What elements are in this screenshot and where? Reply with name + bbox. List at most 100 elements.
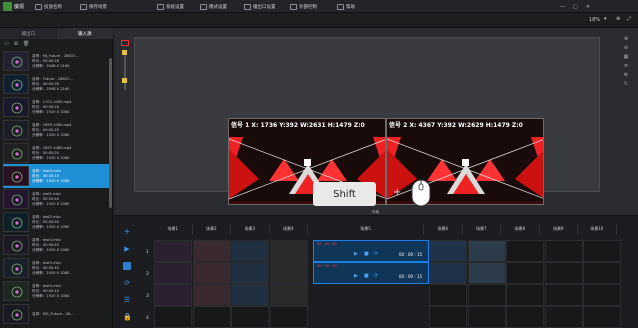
scene-cell[interactable] [154, 240, 192, 262]
clip-selected[interactable]: 00 : 00 : 00 ▶ ■ ⟳ 00 : 00 : 15 [313, 262, 429, 284]
menu-item-1[interactable]: 保存场景 [80, 2, 107, 11]
scene-cell[interactable] [467, 262, 506, 284]
zoom-dropdown-icon[interactable]: ▾ [604, 16, 607, 22]
media-item[interactable]: 名称：MG_Future - 26... [3, 302, 109, 326]
media-item[interactable]: 名称：1697-1080.mp4 时长：00:00:20 分辨率：1920 X 10… [3, 141, 109, 165]
folder-icon[interactable]: ▭ [4, 41, 9, 47]
stop-icon[interactable]: ■ [364, 273, 369, 279]
media-item[interactable]: 名称：test1.mkv 时长：00:00:40 分辨率：1920 X 1080 [3, 187, 109, 211]
add-icon[interactable]: + [123, 228, 131, 236]
media-item[interactable]: 名称：test3.mkv 时长：00:00:10 分辨率：1920 X 1080 [3, 279, 109, 303]
scene-cell[interactable] [506, 240, 544, 262]
menu-item-0[interactable]: 投放名称 [35, 2, 62, 11]
stop-icon[interactable]: ■ [364, 251, 369, 257]
scene-cell[interactable] [429, 240, 467, 262]
handle-icon[interactable] [122, 50, 127, 55]
clip-selected[interactable]: 00 : 00 : 00 ▶ ■ ⟳ 00 : 00 : 15 [313, 240, 429, 262]
scene-header[interactable]: 场景3 [231, 224, 270, 234]
scene-cell[interactable] [231, 306, 269, 328]
zoom-level[interactable]: 18% [589, 17, 600, 23]
scene-cell[interactable] [544, 240, 583, 262]
scene-header[interactable]: 场景9 [540, 224, 578, 234]
scene-cell[interactable] [506, 262, 544, 284]
scene-header[interactable]: 场景2 [193, 224, 231, 234]
grid-icon[interactable]: ▦ [624, 54, 629, 60]
menu-item-6[interactable]: 帮助 [337, 2, 355, 11]
scene-cell[interactable] [192, 240, 231, 262]
scene-cell[interactable] [154, 306, 192, 328]
list-icon[interactable]: ☰ [123, 296, 131, 304]
scene-cell[interactable] [154, 284, 192, 306]
menu-item-4[interactable]: 播出口设置 [244, 2, 276, 11]
refresh-icon[interactable]: ↻ [624, 81, 628, 87]
stop-icon[interactable] [123, 262, 131, 270]
menu-item-5[interactable]: 外部控制 [290, 2, 317, 11]
loop-icon[interactable]: ⟳ [374, 251, 378, 257]
scene-cell[interactable] [269, 284, 308, 306]
scene-cell[interactable] [544, 306, 583, 328]
media-item[interactable]: 名称：test2.mkv 时长：00:00:40 分辨率：1920 X 1080 [3, 210, 109, 234]
scene-header[interactable]: 场景4 [270, 224, 308, 234]
scene-cell[interactable] [544, 262, 583, 284]
ruler-handle[interactable] [117, 36, 131, 96]
scene-cell[interactable] [192, 262, 231, 284]
scene-cell[interactable] [269, 262, 308, 284]
media-item[interactable]: 名称：Future - 26837... 时长：00:00:28 分辨率：2048 … [3, 72, 109, 96]
add-icon[interactable]: ⊞ [14, 41, 18, 47]
zoom-in-icon[interactable]: ⊕ [624, 36, 628, 42]
media-item[interactable]: 名称：test3.mkv 时长：00:00:15 分辨率：1920 X 1080 [3, 164, 109, 188]
pin-icon[interactable] [121, 40, 129, 46]
scene-cell[interactable] [506, 306, 544, 328]
scene-cell[interactable] [192, 284, 231, 306]
close-icon[interactable]: ✕ [586, 4, 590, 10]
scene-cell[interactable] [429, 284, 467, 306]
minimize-icon[interactable]: — [560, 4, 565, 10]
scene-cell[interactable] [231, 284, 269, 306]
scene-cell[interactable] [583, 284, 621, 306]
scene-cell[interactable] [154, 262, 192, 284]
scene-cell[interactable] [231, 240, 269, 262]
media-item[interactable]: 名称：test5.mkv 时长：00:00:40 分辨率：1920 X 1080 [3, 256, 109, 280]
delete-icon[interactable]: 🗑 [23, 41, 29, 47]
scene-header[interactable]: 场景1 [154, 224, 193, 234]
play-icon[interactable]: ▶ [354, 273, 358, 279]
scene-cell[interactable] [583, 306, 621, 328]
menu-item-2[interactable]: 系统设置 [157, 2, 184, 11]
scene-cell[interactable] [192, 306, 231, 328]
media-item[interactable]: 名称：test4.mkv 时长：00:00:40 分辨率：1920 X 1080 [3, 233, 109, 257]
scene-cell[interactable] [269, 306, 308, 328]
settings-icon[interactable]: ⚙ [624, 72, 628, 78]
scene-cell[interactable] [269, 240, 308, 262]
maximize-icon[interactable]: ▢ [573, 4, 578, 10]
media-item[interactable]: 名称：1703-1080.mp4 时长：00:00:20 分辨率：1920 X 10… [3, 95, 109, 119]
loop-icon[interactable]: ⟳ [123, 279, 131, 287]
tab-output[interactable]: 输出口 [0, 28, 57, 39]
scene-header[interactable]: 场景5 [308, 224, 424, 234]
media-item[interactable]: 名称：1699-1080.mp4 时长：00:00:20 分辨率：1920 X 10… [3, 118, 109, 142]
scene-cell[interactable] [467, 306, 506, 328]
scene-cell[interactable] [429, 262, 467, 284]
scene-cell[interactable] [583, 240, 621, 262]
zoom-out-icon[interactable]: ⊖ [624, 45, 628, 51]
scene-cell[interactable] [544, 284, 583, 306]
scene-header[interactable]: 场景10 [578, 224, 617, 234]
scene-header[interactable]: 场景7 [463, 224, 501, 234]
scene-cell[interactable] [429, 306, 467, 328]
handle-icon[interactable] [122, 78, 127, 83]
play-icon[interactable]: ▶ [354, 251, 358, 257]
scene-cell[interactable] [506, 284, 544, 306]
scene-cell[interactable] [583, 262, 621, 284]
media-scrollbar[interactable] [109, 58, 112, 208]
menu-item-3[interactable]: 模式设置 [200, 2, 227, 11]
canvas[interactable]: 信号 1 X: 1736 Y:392 W:2631 H:1479 Z:0 信号 … [134, 37, 600, 205]
lock-icon[interactable]: 🔒 [123, 313, 132, 321]
tab-input[interactable]: 输入源 [56, 28, 113, 39]
scene-header[interactable]: 场景8 [501, 224, 540, 234]
scene-cell[interactable] [467, 240, 506, 262]
layers-icon[interactable]: ≡ [624, 63, 628, 69]
scene-cell[interactable] [231, 262, 269, 284]
loop-icon[interactable]: ⟳ [374, 273, 378, 279]
zoom-icon[interactable]: ⊕ [616, 16, 620, 22]
play-icon[interactable]: ▶ [123, 245, 131, 253]
media-item[interactable]: 名称：MJ_Future - 26837... 时长：00:00:28 分辨率：20… [3, 49, 109, 73]
